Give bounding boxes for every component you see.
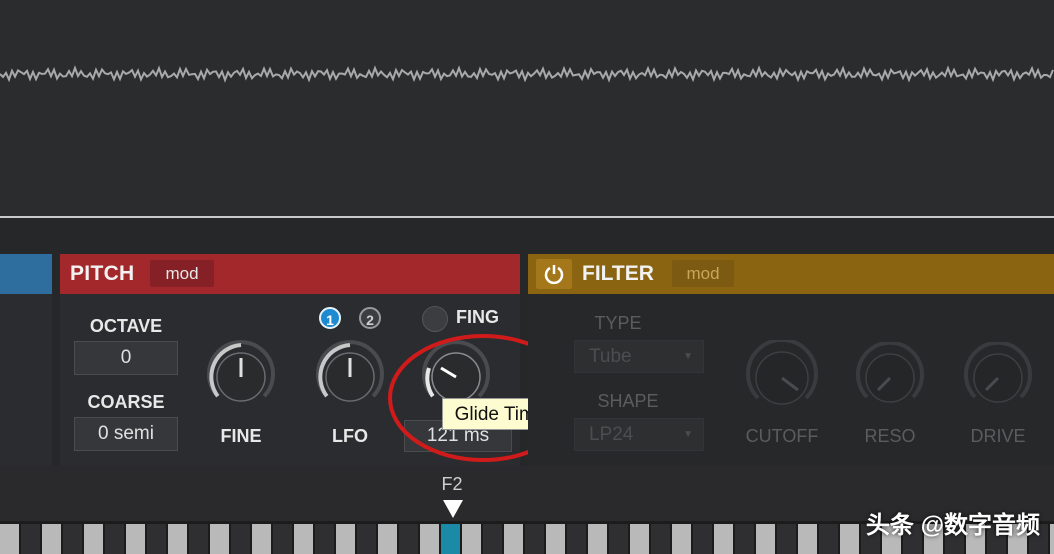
piano-key[interactable] <box>651 524 670 554</box>
filter-mod-button[interactable]: mod <box>672 260 734 287</box>
octave-label: OCTAVE <box>89 316 163 336</box>
piano-key[interactable] <box>798 524 817 554</box>
chevron-down-icon: ▼ <box>683 429 693 440</box>
piano-key[interactable] <box>231 524 250 554</box>
previous-panel <box>0 294 52 466</box>
lfo-1-badge[interactable]: 1 <box>319 307 341 329</box>
piano-key[interactable] <box>504 524 523 554</box>
octave-field[interactable]: 0 <box>74 341 178 375</box>
filter-shape-value: LP24 <box>589 424 634 445</box>
piano-key[interactable] <box>357 524 376 554</box>
pitch-mod-button[interactable]: mod <box>150 260 214 287</box>
piano-key[interactable] <box>147 524 166 554</box>
reso-knob[interactable] <box>854 340 926 414</box>
note-label: F2 <box>441 474 463 494</box>
piano-key[interactable] <box>441 524 460 554</box>
cutoff-label: CUTOFF <box>745 426 819 446</box>
piano-key[interactable] <box>315 524 334 554</box>
piano-key[interactable] <box>819 524 838 554</box>
lfo-2-badge[interactable]: 2 <box>359 307 381 329</box>
piano-key[interactable] <box>252 524 271 554</box>
piano-key[interactable] <box>210 524 229 554</box>
piano-key[interactable] <box>693 524 712 554</box>
waveform-graphic <box>0 65 1054 83</box>
filter-type-select[interactable]: Tube ▼ <box>574 340 704 373</box>
piano-key[interactable] <box>525 524 544 554</box>
piano-key[interactable] <box>336 524 355 554</box>
filter-power-button[interactable] <box>536 259 572 289</box>
piano-key[interactable] <box>21 524 40 554</box>
knob-graphic <box>207 340 275 402</box>
lfo-knob[interactable] <box>313 340 387 414</box>
piano-key[interactable] <box>588 524 607 554</box>
filter-shape-label: SHAPE <box>597 391 659 411</box>
piano-key[interactable] <box>567 524 586 554</box>
coarse-field[interactable]: 0 semi <box>74 417 178 451</box>
coarse-label: COARSE <box>87 392 165 412</box>
piano-key[interactable] <box>483 524 502 554</box>
cutoff-knob[interactable] <box>744 338 820 416</box>
piano-key[interactable] <box>1050 524 1054 554</box>
fingered-toggle[interactable] <box>422 306 448 332</box>
piano-key[interactable] <box>84 524 103 554</box>
piano-key[interactable] <box>126 524 145 554</box>
piano-key[interactable] <box>672 524 691 554</box>
filter-type-value: Tube <box>589 346 632 367</box>
piano-key[interactable] <box>399 524 418 554</box>
piano-key[interactable] <box>42 524 61 554</box>
piano-key[interactable] <box>630 524 649 554</box>
filter-type-label: TYPE <box>594 313 642 333</box>
piano-key[interactable] <box>105 524 124 554</box>
lfo-label: LFO <box>332 426 368 446</box>
piano-key[interactable] <box>168 524 187 554</box>
piano-key[interactable] <box>273 524 292 554</box>
filter-title: FILTER <box>582 262 654 285</box>
piano-key[interactable] <box>609 524 628 554</box>
piano-key[interactable] <box>735 524 754 554</box>
chevron-down-icon: ▼ <box>683 351 693 362</box>
waveform-display <box>0 0 1054 218</box>
knob-graphic <box>316 340 384 402</box>
previous-panel-header <box>0 254 52 294</box>
piano-key[interactable] <box>420 524 439 554</box>
piano-key[interactable] <box>546 524 565 554</box>
piano-key[interactable] <box>0 524 19 554</box>
power-icon <box>544 265 564 285</box>
piano-key[interactable] <box>714 524 733 554</box>
reso-label: RESO <box>864 426 916 446</box>
fine-label: FINE <box>220 426 262 446</box>
knob-graphic <box>746 338 818 405</box>
knob-graphic <box>964 340 1032 403</box>
piano-key[interactable] <box>63 524 82 554</box>
watermark: 头条 @数字音频 <box>865 512 1040 539</box>
pitch-title: PITCH <box>70 262 135 285</box>
piano-key[interactable] <box>777 524 796 554</box>
filter-shape-select[interactable]: LP24 ▼ <box>574 418 704 451</box>
fing-label: FING <box>456 307 499 327</box>
knob-graphic <box>856 340 924 403</box>
drive-knob[interactable] <box>962 340 1034 414</box>
piano-key[interactable] <box>189 524 208 554</box>
piano-key[interactable] <box>840 524 859 554</box>
piano-key[interactable] <box>756 524 775 554</box>
drive-label: DRIVE <box>970 426 1026 446</box>
piano-key[interactable] <box>378 524 397 554</box>
piano-key[interactable] <box>462 524 481 554</box>
piano-key[interactable] <box>294 524 313 554</box>
triangle-down-icon <box>443 500 463 518</box>
fine-knob[interactable] <box>204 340 278 414</box>
